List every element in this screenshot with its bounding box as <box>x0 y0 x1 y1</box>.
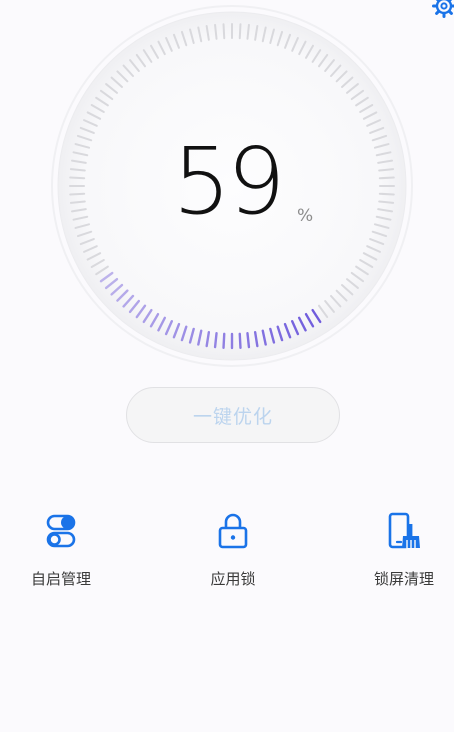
toggle-switches-icon <box>41 508 81 554</box>
gauge-tick <box>222 332 226 349</box>
tool-lockscreen-cleanup[interactable]: 锁屏清理 <box>334 508 454 589</box>
score-unit: % <box>297 206 314 226</box>
phone-manager-screen: 59 % 一键优化 自启管理 应用锁 锁屏清理 <box>0 0 454 732</box>
padlock-icon <box>213 508 253 554</box>
gauge-tick <box>246 331 251 349</box>
phone-broom-icon <box>384 508 424 554</box>
tool-label: 应用锁 <box>210 570 256 588</box>
tool-label: 自启管理 <box>30 570 91 588</box>
tool-autostart-management[interactable]: 自启管理 <box>0 508 131 589</box>
tool-label: 锁屏清理 <box>373 570 434 588</box>
score-display: 59 <box>0 136 454 228</box>
tool-app-lock[interactable]: 应用锁 <box>163 508 303 589</box>
tool-shortcuts: 自启管理 应用锁 锁屏清理 <box>0 508 454 608</box>
gauge-tick <box>238 23 242 40</box>
gauge-tick <box>222 23 226 40</box>
gear-icon <box>432 0 454 18</box>
score-value: 59 <box>172 128 285 235</box>
settings-button[interactable] <box>432 0 454 18</box>
gauge-tick <box>213 331 218 349</box>
gauge-tick <box>238 332 242 349</box>
one-click-optimize-button[interactable]: 一键优化 <box>126 387 340 443</box>
